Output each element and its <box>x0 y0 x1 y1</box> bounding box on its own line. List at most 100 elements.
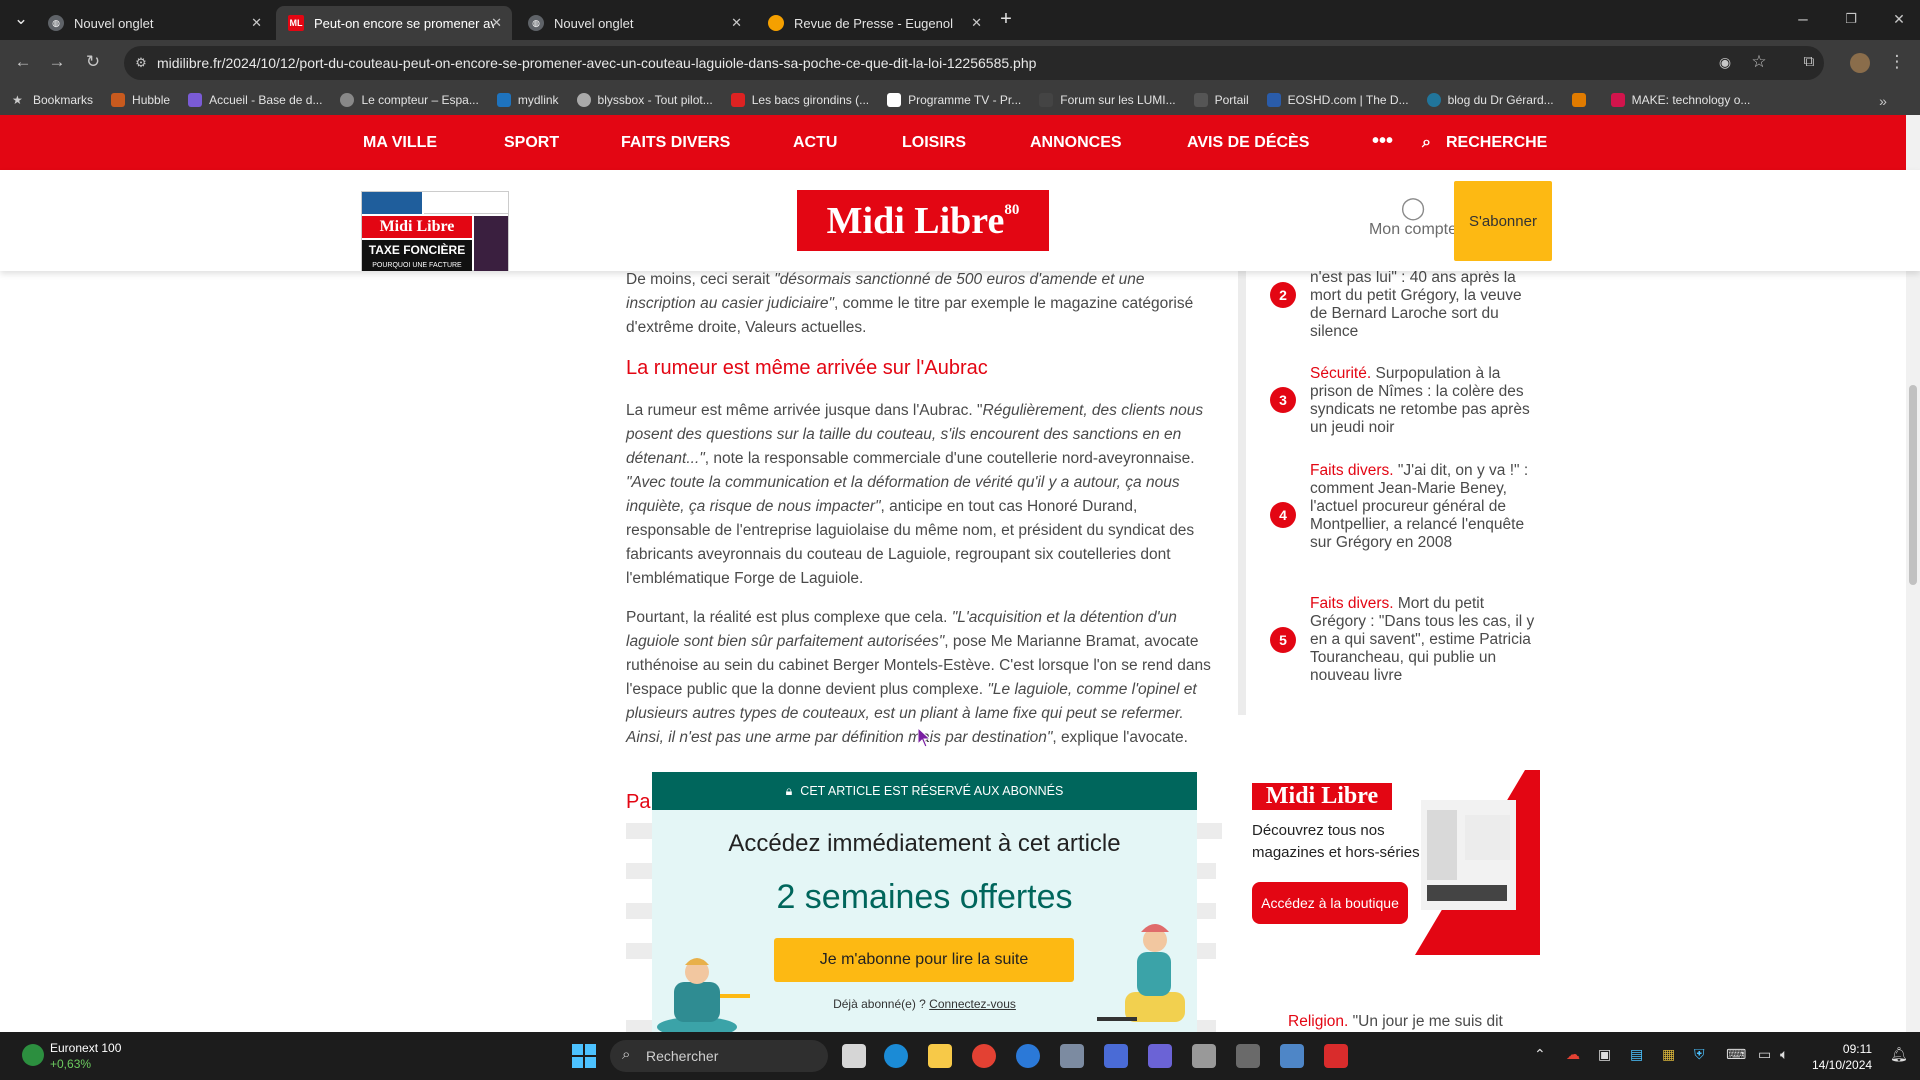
keyboard-icon[interactable]: ⌨ <box>1726 1046 1746 1063</box>
site-logo[interactable]: Midi Libre 80 <box>797 190 1049 251</box>
tab-3[interactable]: Revue de Presse - Eugenol ✕ <box>756 6 992 40</box>
nav-avis-de-deces[interactable]: AVIS DE DÉCÈS <box>1187 134 1309 152</box>
stock-icon <box>22 1044 44 1066</box>
search-label: Rechercher <box>646 1048 719 1064</box>
sidebar-item[interactable]: Faits divers. Mort du petit Grégory : "D… <box>1310 595 1535 685</box>
nav-annonces[interactable]: ANNONCES <box>1030 134 1122 152</box>
app-icon[interactable] <box>1060 1044 1084 1068</box>
notifications-icon[interactable]: 🔔︎ <box>1890 1046 1908 1063</box>
tab-search-icon[interactable]: ⌄ <box>8 6 34 32</box>
close-icon[interactable]: ✕ <box>251 15 262 31</box>
bookmark-item[interactable]: Le compteur – Espa... <box>340 93 479 107</box>
magazine-cover[interactable]: Midi Libre TAXE FONCIÈRE POURQUOI UNE FA… <box>361 191 509 271</box>
stock-widget[interactable]: Euronext 100 +0,63% <box>50 1040 121 1072</box>
midilibre-favicon: ML <box>288 15 304 31</box>
chrome-icon[interactable] <box>972 1044 996 1068</box>
sidebar-item[interactable]: Religion. "Un jour je me suis dit <box>1288 1013 1503 1031</box>
login-link[interactable]: Connectez-vous <box>929 997 1016 1011</box>
bookmark-item[interactable]: Les bacs girondins (... <box>730 93 869 107</box>
site-info-icon[interactable]: ⚙ <box>128 50 154 76</box>
nav-actu[interactable]: ACTU <box>793 134 837 152</box>
network-icon[interactable]: ▭ <box>1758 1046 1771 1063</box>
rank-badge: 5 <box>1270 627 1296 653</box>
extensions-icon[interactable]: ⧉ <box>1796 49 1822 75</box>
nav-faits-divers[interactable]: FAITS DIVERS <box>621 134 730 152</box>
close-icon[interactable]: ✕ <box>971 15 982 31</box>
bookmark-item[interactable]: Hubble <box>111 93 170 107</box>
tab-1[interactable]: ML Peut-on encore se promener av ✕ <box>276 6 512 40</box>
tab-0[interactable]: ◍ Nouvel onglet ✕ <box>36 6 272 40</box>
text: , note la responsable commerciale d'une … <box>704 450 1195 467</box>
bookmark-label: blog du Dr Gérard... <box>1447 93 1554 107</box>
tray-chevron-icon[interactable]: ⌃ <box>1534 1046 1546 1063</box>
close-icon[interactable]: ✕ <box>731 15 742 31</box>
nav-recherche[interactable]: RECHERCHE <box>1446 134 1547 152</box>
login-prefix: Déjà abonné(e) ? <box>833 997 930 1011</box>
url-text[interactable]: midilibre.fr/2024/10/12/port-du-couteau-… <box>157 55 1036 71</box>
app-icon[interactable] <box>1192 1044 1216 1068</box>
sidebar-item[interactable]: Faits divers. "J'ai dit, on y va !" : co… <box>1310 462 1535 552</box>
sidebar-item[interactable]: Sécurité. Surpopulation à la prison de N… <box>1310 365 1535 437</box>
nav-more[interactable]: ••• <box>1372 130 1393 153</box>
restore-icon[interactable]: ❐ <box>1838 6 1864 32</box>
bookmark-item[interactable]: Portail <box>1193 93 1249 107</box>
app-icon[interactable] <box>1104 1044 1128 1068</box>
thunderbird-icon[interactable] <box>1016 1044 1040 1068</box>
more-bookmarks-icon[interactable]: » <box>1870 88 1896 114</box>
tray-onedrive-icon[interactable]: ☁ <box>1566 1046 1580 1063</box>
bookmark-item[interactable]: blog du Dr Gérard... <box>1426 93 1554 107</box>
back-icon[interactable]: ← <box>10 49 36 75</box>
app-icon[interactable] <box>1280 1044 1304 1068</box>
tray-app-icon[interactable]: ▣ <box>1598 1046 1611 1063</box>
nav-ma-ville[interactable]: MA VILLE <box>363 134 437 152</box>
eye-off-icon[interactable]: ◉ <box>1712 49 1738 75</box>
reader-illustration <box>1097 924 1185 1022</box>
task-view-icon[interactable] <box>842 1044 866 1068</box>
reload-icon[interactable]: ↻ <box>80 49 106 75</box>
bookmark-item[interactable]: ★ Bookmarks <box>12 93 93 107</box>
bookmark-item[interactable]: Programme TV - Pr... <box>887 93 1021 107</box>
tray-app-icon[interactable]: ▦ <box>1662 1046 1675 1063</box>
bookmark-item[interactable]: blyssbox - Tout pilot... <box>576 93 713 107</box>
paywall-title: Accédez immédiatement à cet article <box>728 830 1121 857</box>
subscribe-read-more-button[interactable]: Je m'abonne pour lire la suite <box>774 938 1074 982</box>
windows-start-icon[interactable] <box>572 1044 596 1068</box>
star-icon[interactable]: ☆ <box>1746 49 1772 75</box>
window-close-icon[interactable]: ✕ <box>1886 6 1912 32</box>
bookmark-label: EOSHD.com | The D... <box>1287 93 1409 107</box>
new-tab-icon[interactable]: + <box>993 6 1019 32</box>
bookmark-label: blyssbox - Tout pilot... <box>597 93 713 107</box>
bookmark-item[interactable]: mydlink <box>496 93 559 107</box>
bookmark-item[interactable]: Accueil - Base de d... <box>188 93 322 107</box>
forward-icon[interactable]: → <box>44 49 70 75</box>
ad-logo: Midi Libre <box>1252 783 1392 810</box>
edge-icon[interactable] <box>884 1044 908 1068</box>
shop-button[interactable]: Accédez à la boutique <box>1252 882 1408 924</box>
scrollbar-thumb[interactable] <box>1909 385 1917 585</box>
minimize-icon[interactable]: – <box>1790 6 1816 32</box>
tab-2[interactable]: ◍ Nouvel onglet ✕ <box>516 6 752 40</box>
tray-shield-icon[interactable]: ⛨ <box>1694 1046 1705 1063</box>
search-icon[interactable]: ⌕ <box>1422 134 1431 152</box>
bookmark-item[interactable]: Forum sur les LUMI... <box>1039 93 1176 107</box>
close-icon[interactable]: ✕ <box>491 15 502 31</box>
file-explorer-icon[interactable] <box>928 1044 952 1068</box>
bookmark-item[interactable]: EOSHD.com | The D... <box>1266 93 1409 107</box>
volume-icon[interactable]: 🔈︎ <box>1780 1046 1788 1063</box>
app-icon[interactable] <box>1148 1044 1172 1068</box>
subscribe-button[interactable]: S'abonner <box>1454 181 1552 261</box>
clock[interactable]: 09:11 14/10/2024 <box>1812 1041 1872 1073</box>
globe-icon: ◍ <box>528 15 544 31</box>
nav-sport[interactable]: SPORT <box>504 134 559 152</box>
profile-avatar[interactable] <box>1850 53 1870 73</box>
lock-icon: 🔒︎ <box>785 783 793 798</box>
bookmark-item[interactable]: MAKE: technology o... <box>1610 93 1750 107</box>
menu-icon[interactable]: ⋮ <box>1884 49 1910 75</box>
tray-app-icon[interactable]: ▤ <box>1630 1046 1643 1063</box>
sidebar-item[interactable]: n'est pas lui" : 40 ans après la mort du… <box>1310 269 1535 341</box>
app-icon[interactable] <box>1236 1044 1260 1068</box>
app-icon[interactable] <box>1324 1044 1348 1068</box>
nav-loisirs[interactable]: LOISIRS <box>902 134 966 152</box>
taskbar-search[interactable]: ⌕ Rechercher <box>610 1040 828 1072</box>
bookmark-item[interactable] <box>1571 93 1593 107</box>
